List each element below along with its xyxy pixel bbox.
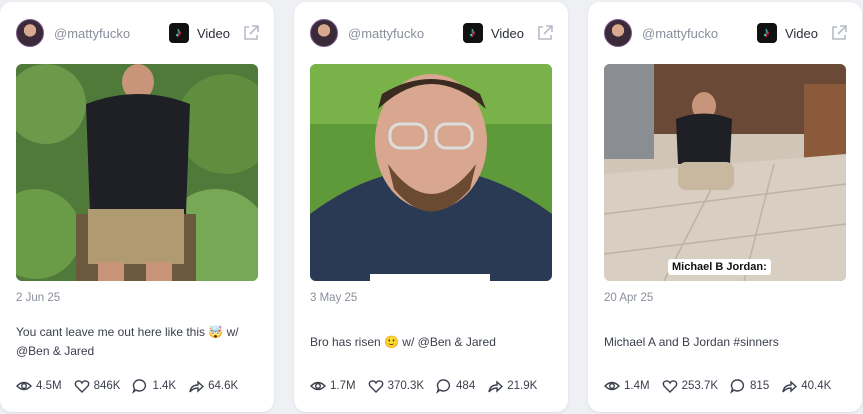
video-thumbnail[interactable] <box>310 64 552 281</box>
views-stat: 4.5M <box>16 378 62 394</box>
likes-stat: 253.7K <box>662 378 718 394</box>
shares-stat: 64.6K <box>188 378 238 394</box>
views-count: 4.5M <box>36 380 62 392</box>
eye-icon <box>310 381 326 391</box>
views-stat: 1.4M <box>604 378 650 394</box>
stats-row: 1.7M 370.3K 484 21.9K <box>310 378 549 394</box>
share-icon <box>782 380 798 393</box>
views-count: 1.4M <box>624 380 650 392</box>
creator-handle[interactable]: @mattyfucko <box>348 26 463 41</box>
card-header: @mattyfucko ♪ Video <box>604 17 848 49</box>
avatar[interactable] <box>16 19 44 47</box>
comments-stat: 815 <box>730 378 769 394</box>
creator-handle[interactable]: @mattyfucko <box>54 26 169 41</box>
eye-icon <box>604 381 620 391</box>
heart-icon <box>662 380 677 393</box>
video-card[interactable]: @mattyfucko ♪ Video Michael B Jordan: 20… <box>588 2 862 412</box>
tiktok-icon: ♪ <box>756 23 777 43</box>
shares-count: 40.4K <box>801 380 832 392</box>
views-count: 1.7M <box>330 380 356 392</box>
content-type-label: Video <box>196 25 230 41</box>
post-caption: You cant leave me out here like this 🤯 w… <box>16 325 239 358</box>
shares-count: 21.9K <box>507 380 538 392</box>
video-thumbnail[interactable]: Michael B Jordan: <box>604 64 846 281</box>
video-card[interactable]: @mattyfucko ♪ Video 3 May 25 Bro has ris… <box>294 2 568 412</box>
video-thumbnail[interactable] <box>16 64 258 281</box>
likes-count: 253.7K <box>681 380 719 392</box>
comment-icon <box>132 379 147 394</box>
avatar[interactable] <box>310 19 338 47</box>
comment-icon <box>436 379 451 394</box>
external-link-icon[interactable] <box>830 24 848 42</box>
post-caption: Michael A and B Jordan #sinners <box>604 335 779 349</box>
tiktok-icon: ♪ <box>168 23 189 43</box>
stats-row: 4.5M 846K 1.4K 64.6K <box>16 378 250 394</box>
card-header: @mattyfucko ♪ Video <box>16 17 260 49</box>
post-caption: Bro has risen 🙂 w/ @Ben & Jared <box>310 335 496 349</box>
video-subtitle: Michael B Jordan: <box>668 259 771 275</box>
heart-icon <box>74 380 89 393</box>
tiktok-icon: ♪ <box>462 23 483 43</box>
likes-count: 370.3K <box>387 380 425 392</box>
stats-row: 1.4M 253.7K 815 40.4K <box>604 378 843 394</box>
card-header: @mattyfucko ♪ Video <box>310 17 554 49</box>
comments-count: 484 <box>456 380 476 392</box>
share-icon <box>189 380 205 393</box>
video-card[interactable]: @mattyfucko ♪ Video 2 Jun 25 You cant le… <box>0 2 274 412</box>
external-link-icon[interactable] <box>242 24 260 42</box>
likes-count: 846K <box>93 380 121 392</box>
post-date: 20 Apr 25 <box>604 292 654 304</box>
external-link-icon[interactable] <box>536 24 554 42</box>
shares-stat: 21.9K <box>487 378 537 394</box>
likes-stat: 846K <box>74 378 121 394</box>
creator-handle[interactable]: @mattyfucko <box>642 26 757 41</box>
views-stat: 1.7M <box>310 378 356 394</box>
comments-count: 815 <box>750 380 770 392</box>
content-type-label: Video <box>784 25 818 41</box>
likes-stat: 370.3K <box>368 378 424 394</box>
post-date: 2 Jun 25 <box>16 292 61 304</box>
heart-icon <box>368 380 383 393</box>
share-icon <box>488 380 504 393</box>
comment-icon <box>730 379 745 394</box>
comments-stat: 484 <box>436 378 475 394</box>
shares-count: 64.6K <box>208 380 239 392</box>
content-type-label: Video <box>490 25 524 41</box>
comments-stat: 1.4K <box>132 378 176 394</box>
comments-count: 1.4K <box>152 380 177 392</box>
shares-stat: 40.4K <box>781 378 831 394</box>
eye-icon <box>16 381 32 391</box>
post-date: 3 May 25 <box>310 292 358 304</box>
avatar[interactable] <box>604 19 632 47</box>
